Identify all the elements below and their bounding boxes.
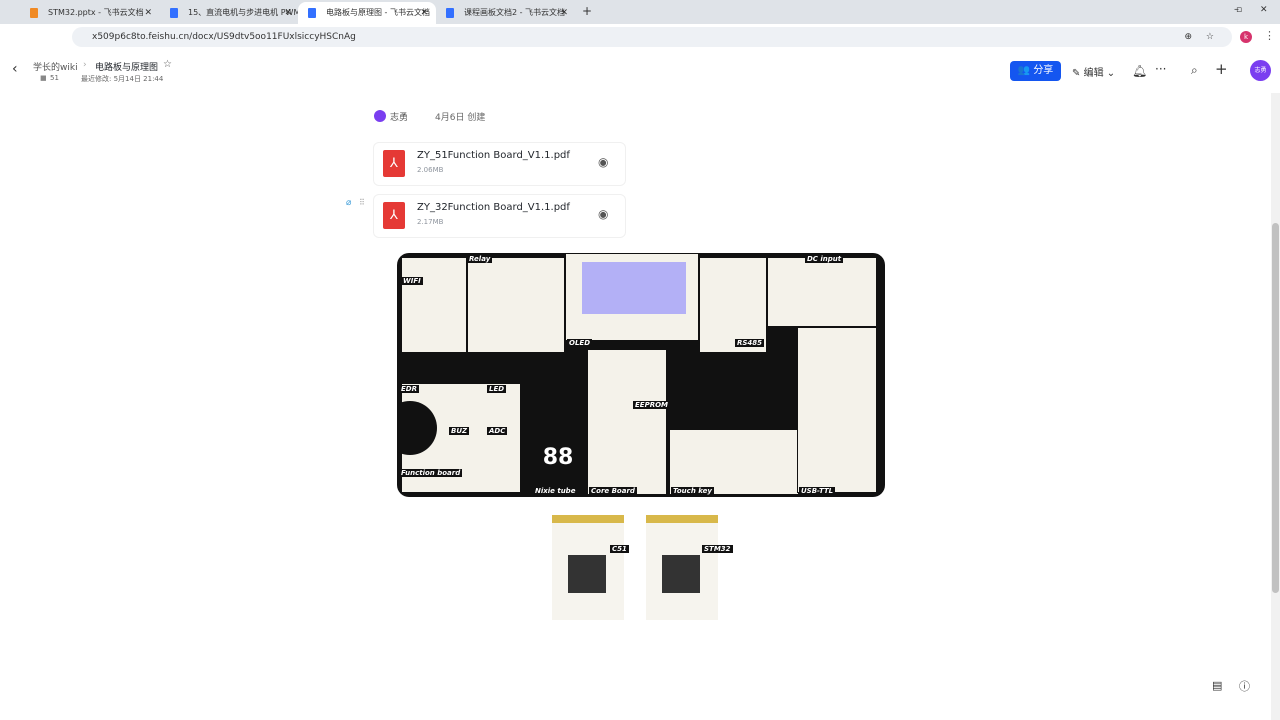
tab-stm32-pptx[interactable]: STM32.pptx - 飞书云文档 ✕ bbox=[20, 2, 160, 24]
nixie-display: 88 bbox=[537, 445, 579, 479]
attachment-clip-icon[interactable]: ⌀ bbox=[346, 198, 351, 208]
scrollbar[interactable] bbox=[1271, 93, 1280, 720]
share-button[interactable]: 👥 分享 bbox=[1010, 61, 1061, 81]
share-label: 分享 bbox=[1033, 65, 1054, 76]
pdf-icon: ⅄ bbox=[383, 202, 405, 229]
doc-favicon-icon bbox=[30, 8, 38, 18]
outline-icon[interactable]: ▤ bbox=[1212, 679, 1222, 692]
author-name[interactable]: 志勇 bbox=[390, 110, 408, 123]
close-tab-icon[interactable]: ✕ bbox=[420, 2, 428, 24]
breadcrumb-wiki[interactable]: 学长的wiki bbox=[33, 60, 78, 73]
pdf-icon: ⅄ bbox=[383, 150, 405, 177]
breadcrumb-separator-icon: › bbox=[83, 60, 87, 70]
maximize-icon[interactable]: ▫ bbox=[1236, 5, 1242, 15]
board-label: STM32 bbox=[702, 545, 733, 553]
board-label: DC input bbox=[805, 255, 844, 263]
close-tab-icon[interactable]: ✕ bbox=[284, 2, 292, 24]
board-label: ADC bbox=[487, 427, 508, 435]
add-icon[interactable]: + bbox=[1215, 60, 1228, 78]
board-label: Core Board bbox=[589, 487, 637, 495]
board-label: USB-TTL bbox=[799, 487, 836, 495]
preview-eye-icon[interactable]: ◉ bbox=[598, 155, 608, 169]
doc-favicon-icon bbox=[170, 8, 178, 18]
function-board-image[interactable]: 88 WIFI Relay OLED RS485 DC input EDR LE… bbox=[397, 253, 885, 497]
board-label: C51 bbox=[610, 545, 629, 553]
file-size: 2.06MB bbox=[417, 166, 444, 174]
c51-core-board-image[interactable]: C51 bbox=[552, 515, 629, 620]
search-icon[interactable]: ⌕ bbox=[1191, 63, 1198, 78]
new-tab-icon[interactable]: + bbox=[582, 4, 592, 18]
file-name: ZY_32Function Board_V1.1.pdf bbox=[417, 202, 570, 213]
tab-title: 电路板与原理图 - 飞书云文档 bbox=[326, 8, 430, 17]
board-label: Touch key bbox=[671, 487, 714, 495]
board-label: Function board bbox=[399, 469, 463, 477]
close-tab-icon[interactable]: ✕ bbox=[144, 2, 152, 24]
edit-button[interactable]: ✎ 编辑 ⌄ bbox=[1072, 64, 1115, 79]
last-modified: 最近修改: 5月14日 21:44 bbox=[81, 75, 164, 83]
file-attachment[interactable]: ⅄ ZY_32Function Board_V1.1.pdf 2.17MB ◉ bbox=[373, 194, 626, 238]
document-header: ‹ 学长的wiki › 电路板与原理图 ☆ ■ 51 最近修改: 5月14日 2… bbox=[0, 49, 1280, 93]
profile-avatar[interactable]: k bbox=[1240, 31, 1252, 43]
board-label: LED bbox=[487, 385, 507, 393]
pencil-icon: ✎ bbox=[1072, 68, 1081, 79]
stm32-core-board-image[interactable]: STM32 bbox=[646, 515, 733, 620]
share-users-icon: 👥 bbox=[1017, 65, 1031, 76]
user-avatar[interactable]: 志勇 bbox=[1250, 60, 1271, 81]
file-attachment[interactable]: ⅄ ZY_51Function Board_V1.1.pdf 2.06MB ◉ bbox=[373, 142, 626, 186]
zoom-icon[interactable]: ⊕ bbox=[1184, 27, 1192, 47]
favorite-star-icon[interactable]: ☆ bbox=[163, 59, 172, 70]
board-label: BUZ bbox=[449, 427, 470, 435]
board-label: OLED bbox=[567, 339, 593, 347]
tab-title: 15、直流电机与步进电机 PWM bbox=[188, 8, 300, 17]
tab-title: 课程画板文档2 - 飞书云文档 bbox=[464, 8, 566, 17]
back-chevron-icon[interactable]: ‹ bbox=[12, 61, 18, 77]
created-date: 4月6日 创建 bbox=[435, 113, 486, 123]
preview-eye-icon[interactable]: ◉ bbox=[598, 207, 608, 221]
author-avatar bbox=[374, 110, 386, 122]
drag-handle-icon[interactable]: ⠿ bbox=[359, 198, 365, 207]
chevron-down-icon: ⌄ bbox=[1106, 68, 1116, 79]
page-count: 51 bbox=[50, 74, 59, 82]
board-label: WIFI bbox=[401, 277, 423, 285]
url-text: x509p6c8to.feishu.cn/docx/US9dtv5oo11FUx… bbox=[92, 32, 356, 42]
board-label: EEPROM bbox=[633, 401, 671, 409]
oled-screen bbox=[582, 262, 686, 314]
board-label: EDR bbox=[399, 385, 419, 393]
edit-label: 编辑 bbox=[1083, 68, 1104, 79]
close-tab-icon[interactable]: ✕ bbox=[560, 2, 568, 24]
tab-title: STM32.pptx - 飞书云文档 bbox=[48, 8, 144, 17]
tab-course-board[interactable]: 课程画板文档2 - 飞书云文档 ✕ bbox=[436, 2, 576, 24]
folder-icon: ■ bbox=[40, 74, 47, 82]
bookmark-star-icon[interactable]: ☆ bbox=[1206, 27, 1214, 47]
close-window-icon[interactable]: ✕ bbox=[1260, 5, 1268, 15]
tab-bar: STM32.pptx - 飞书云文档 ✕ 15、直流电机与步进电机 PWM ✕ 电路… bbox=[0, 0, 1280, 24]
doc-favicon-icon bbox=[446, 8, 454, 18]
tab-circuit-board[interactable]: 电路板与原理图 - 飞书云文档 ✕ bbox=[298, 2, 436, 24]
tab-motor-doc[interactable]: 15、直流电机与步进电机 PWM ✕ bbox=[160, 2, 300, 24]
url-input[interactable]: x509p6c8to.feishu.cn/docx/US9dtv5oo11FUx… bbox=[72, 27, 1232, 47]
breadcrumb-current: 电路板与原理图 bbox=[95, 63, 159, 73]
file-name: ZY_51Function Board_V1.1.pdf bbox=[417, 150, 570, 161]
help-icon[interactable]: ⓘ bbox=[1239, 678, 1250, 694]
board-label: Nixie tube bbox=[533, 487, 578, 495]
bell-icon[interactable]: 🔔︎ bbox=[1132, 64, 1147, 78]
board-label: Relay bbox=[467, 255, 493, 263]
address-bar-row: ← → ↻ x509p6c8to.feishu.cn/docx/US9dtv5o… bbox=[0, 24, 1280, 65]
browser-menu-icon[interactable]: ⋮ bbox=[1264, 29, 1275, 42]
more-icon[interactable]: ··· bbox=[1155, 62, 1166, 76]
file-size: 2.17MB bbox=[417, 218, 444, 226]
board-label: RS485 bbox=[735, 339, 765, 347]
scrollbar-thumb[interactable] bbox=[1272, 223, 1279, 593]
doc-favicon-icon bbox=[308, 8, 316, 18]
